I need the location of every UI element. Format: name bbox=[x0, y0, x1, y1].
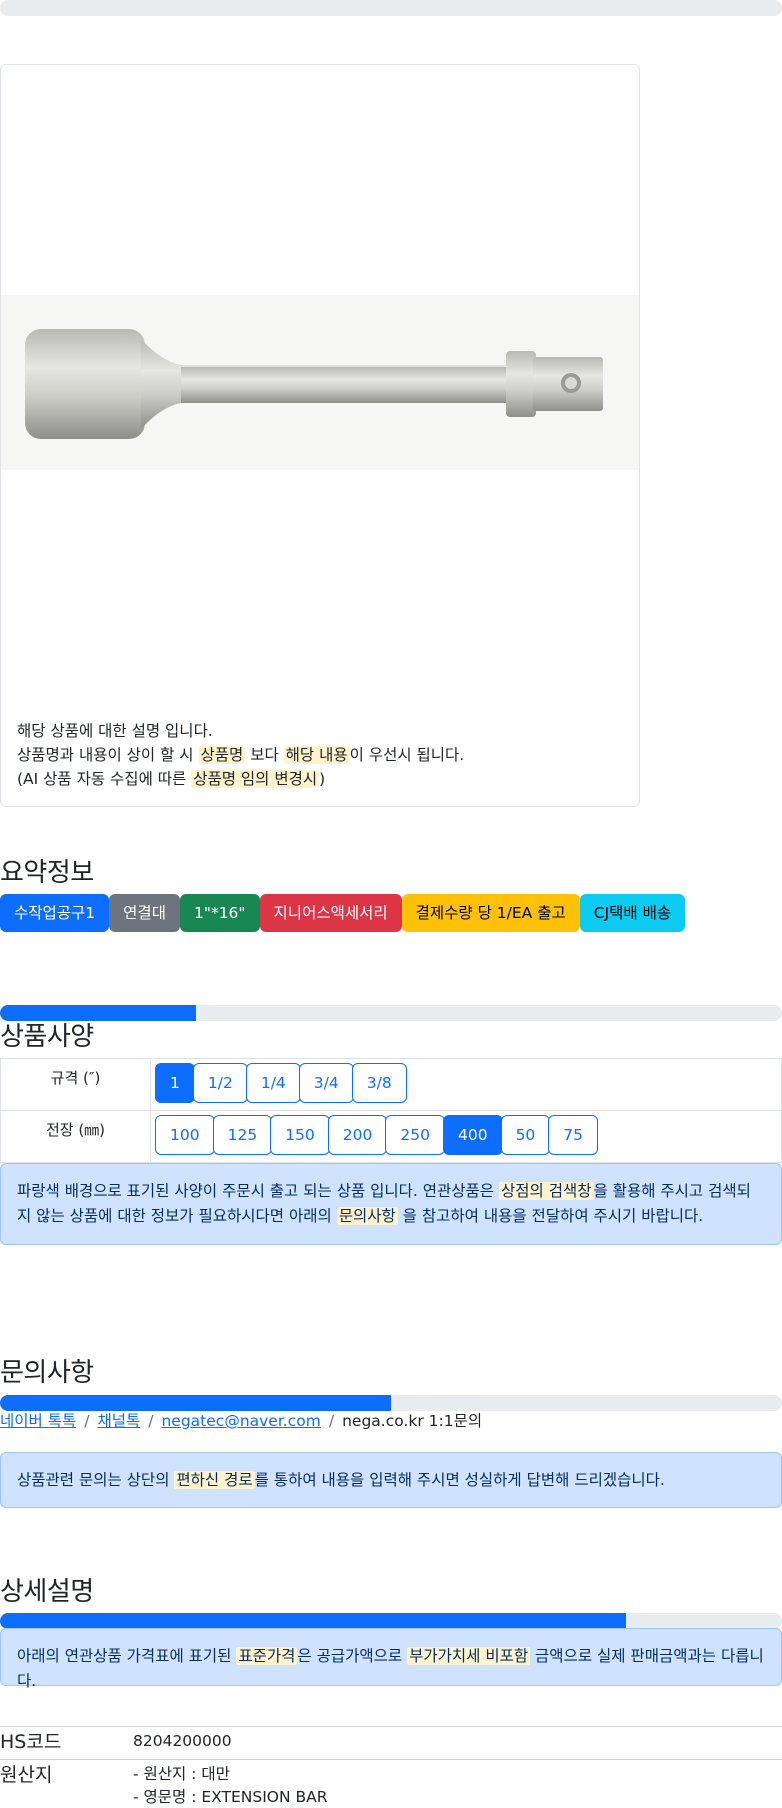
naver-talk-link[interactable]: 네이버 톡톡 bbox=[0, 1412, 76, 1430]
highlight-product-name: 상품명 bbox=[198, 746, 246, 764]
separator: / bbox=[148, 1412, 154, 1430]
description-line: 해당 상품에 대한 설명 입니다. bbox=[17, 722, 213, 740]
product-description: 해당 상품에 대한 설명 입니다. 상품명과 내용이 상이 할 시 상품명 보다… bbox=[17, 719, 464, 791]
spec-option-button[interactable]: 1 bbox=[155, 1063, 195, 1103]
summary-badge: 지니어스액세서리 bbox=[259, 894, 402, 932]
origin-value: - 원산지 : 대만 - 영문명 : EXTENSION BAR bbox=[133, 1763, 328, 1808]
inquiry-notice: 상품관련 문의는 상단의 편하신 경로 를 통하여 내용을 입력해 주시면 성실하… bbox=[0, 1452, 782, 1508]
hs-code-row: HS코드 8204200000 bbox=[0, 1726, 782, 1759]
description-text: ) bbox=[319, 770, 326, 788]
highlight-standard-price: 표준가격 bbox=[236, 1647, 298, 1665]
spec-row: 규격 (″) 1 1/2 1/4 3/4 3/8 bbox=[0, 1058, 782, 1111]
spec-progress bbox=[0, 1005, 782, 1021]
separator: / bbox=[84, 1412, 90, 1430]
spec-option-button[interactable]: 200 bbox=[327, 1115, 388, 1155]
spec-row: 전장 (㎜) 100 125 150 200 250 400 50 75 bbox=[0, 1110, 782, 1163]
hs-code-label: HS코드 bbox=[0, 1731, 62, 1753]
highlight-vat: 부가가치세 비포함 bbox=[407, 1647, 531, 1665]
site-inquiry-text: nega.co.kr 1:1문의 bbox=[342, 1412, 483, 1430]
spec-label: 규격 (″) bbox=[0, 1058, 151, 1111]
notice-text: 을 참고하여 내용을 전달하여 주시기 바랍니다. bbox=[397, 1207, 704, 1225]
spec-option-button[interactable]: 250 bbox=[385, 1115, 445, 1155]
notice-text: 상품관련 문의는 상단의 bbox=[17, 1471, 175, 1489]
channel-talk-link[interactable]: 채널톡 bbox=[97, 1412, 140, 1430]
spec-option-button[interactable]: 75 bbox=[548, 1115, 599, 1155]
spec-options: 1 1/2 1/4 3/4 3/8 bbox=[150, 1058, 782, 1111]
summary-title: 요약정보 bbox=[0, 858, 94, 888]
notice-text: 은 공급가액으로 bbox=[297, 1647, 408, 1665]
detail-progress bbox=[0, 1613, 782, 1629]
description-text: 이 우선시 됩니다. bbox=[349, 746, 465, 764]
origin-label: 원산지 bbox=[0, 1764, 53, 1786]
extension-bar-image bbox=[1, 295, 639, 470]
spec-notice: 파랑색 배경으로 표기된 사양이 주문시 출고 되는 상품 입니다. 연관상품은… bbox=[0, 1163, 782, 1245]
highlight-content: 해당 내용 bbox=[283, 746, 350, 764]
spec-title: 상품사양 bbox=[0, 1022, 94, 1052]
spec-options: 100 125 150 200 250 400 50 75 bbox=[150, 1110, 782, 1163]
highlight-route: 편하신 경로 bbox=[174, 1471, 255, 1489]
spec-label: 전장 (㎜) bbox=[0, 1110, 151, 1163]
spec-option-button[interactable]: 125 bbox=[212, 1115, 273, 1155]
spec-option-button[interactable]: 3/8 bbox=[351, 1063, 407, 1103]
summary-badge: 연결대 bbox=[109, 894, 180, 932]
notice-text: 파랑색 배경으로 표기된 사양이 주문시 출고 되는 상품 입니다. 연관상품은 bbox=[17, 1182, 499, 1200]
spec-table: 규격 (″) 1 1/2 1/4 3/4 3/8 전장 (㎜) 100 125 150 200 250… bbox=[0, 1058, 782, 1163]
spec-option-button[interactable]: 50 bbox=[500, 1115, 551, 1155]
product-card: 해당 상품에 대한 설명 입니다. 상품명과 내용이 상이 할 시 상품명 보다… bbox=[0, 64, 640, 807]
separator: / bbox=[328, 1412, 335, 1430]
origin-line: - 원산지 : 대만 bbox=[133, 1765, 230, 1783]
email-link[interactable]: negatec@naver.com bbox=[161, 1412, 320, 1430]
spec-option-button[interactable]: 150 bbox=[270, 1115, 330, 1155]
highlight-inquiry: 문의사항 bbox=[336, 1207, 398, 1225]
spec-option-button[interactable]: 400 bbox=[442, 1115, 503, 1155]
english-name-line: - 영문명 : EXTENSION BAR bbox=[133, 1788, 328, 1806]
highlight-search: 상점의 검색창 bbox=[499, 1182, 594, 1200]
summary-badge: 수작업공구1 bbox=[0, 894, 110, 932]
highlight-name-change: 상품명 임의 변경시 bbox=[191, 770, 320, 788]
spec-option-button[interactable]: 100 bbox=[155, 1115, 215, 1155]
extension-bar-icon bbox=[25, 329, 603, 439]
description-text: 보다 bbox=[245, 746, 284, 764]
summary-badge: 1"*16" bbox=[179, 894, 260, 932]
top-progress bbox=[0, 0, 782, 16]
description-text: (AI 상품 자동 수집에 따른 bbox=[17, 770, 192, 788]
spec-option-button[interactable]: 3/4 bbox=[298, 1063, 354, 1103]
summary-badge: CJ택배 배송 bbox=[579, 894, 686, 932]
summary-badge: 결제수량 당 1/EA 출고 bbox=[401, 894, 580, 932]
inquiry-title: 문의사항 bbox=[0, 1358, 94, 1388]
detail-notice: 아래의 연관상품 가격표에 표기된 표준가격 은 공급가액으로 부가가치세 비포함… bbox=[0, 1628, 782, 1690]
detail-title: 상세설명 bbox=[0, 1577, 94, 1607]
summary-badges: 수작업공구1 연결대 1"*16" 지니어스액세서리 결제수량 당 1/EA 출고 CJ택… bbox=[0, 894, 686, 932]
origin-row: 원산지 - 원산지 : 대만 - 영문명 : EXTENSION BAR bbox=[0, 1759, 782, 1808]
hs-code-value: 8204200000 bbox=[133, 1732, 232, 1750]
notice-text: 아래의 연관상품 가격표에 표기된 bbox=[17, 1647, 237, 1665]
inquiry-links: 네이버 톡톡 / 채널톡 / negatec@naver.com / nega.co.kr … bbox=[0, 1409, 482, 1431]
notice-text: 를 통하여 내용을 입력해 주시면 성실하게 답변해 드리겠습니다. bbox=[254, 1471, 665, 1489]
description-text: 상품명과 내용이 상이 할 시 bbox=[17, 746, 199, 764]
spec-option-button[interactable]: 1/2 bbox=[192, 1063, 248, 1103]
detail-progress-fill bbox=[0, 1613, 626, 1629]
spec-option-button[interactable]: 1/4 bbox=[245, 1063, 301, 1103]
